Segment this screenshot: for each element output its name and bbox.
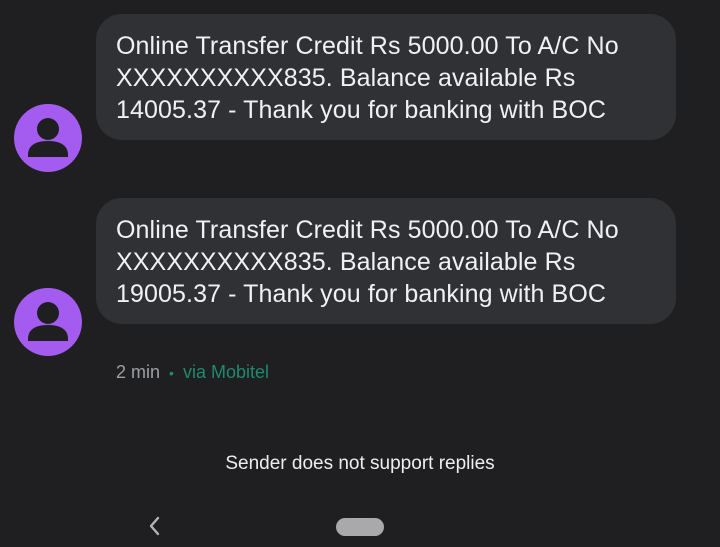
chevron-left-icon — [149, 516, 160, 536]
person-icon — [28, 302, 68, 341]
message-timestamp: 2 min — [116, 362, 161, 382]
carrier-label: via Mobitel — [182, 362, 269, 382]
message-bubble[interactable]: Online Transfer Credit Rs 5000.00 To A/C… — [96, 198, 676, 324]
message-bubble[interactable]: Online Transfer Credit Rs 5000.00 To A/C… — [96, 14, 676, 140]
person-icon — [28, 118, 68, 157]
conversation-view: Online Transfer Credit Rs 5000.00 To A/C… — [0, 0, 720, 547]
home-pill-icon[interactable] — [336, 518, 384, 536]
back-button[interactable] — [142, 513, 168, 539]
meta-separator: • — [169, 365, 174, 381]
system-navigation-bar — [0, 505, 720, 547]
message-meta: 2 min • via Mobitel — [116, 361, 269, 384]
sender-avatar[interactable] — [14, 288, 82, 356]
sender-avatar[interactable] — [14, 104, 82, 172]
reply-unsupported-notice: Sender does not support replies — [225, 453, 495, 474]
